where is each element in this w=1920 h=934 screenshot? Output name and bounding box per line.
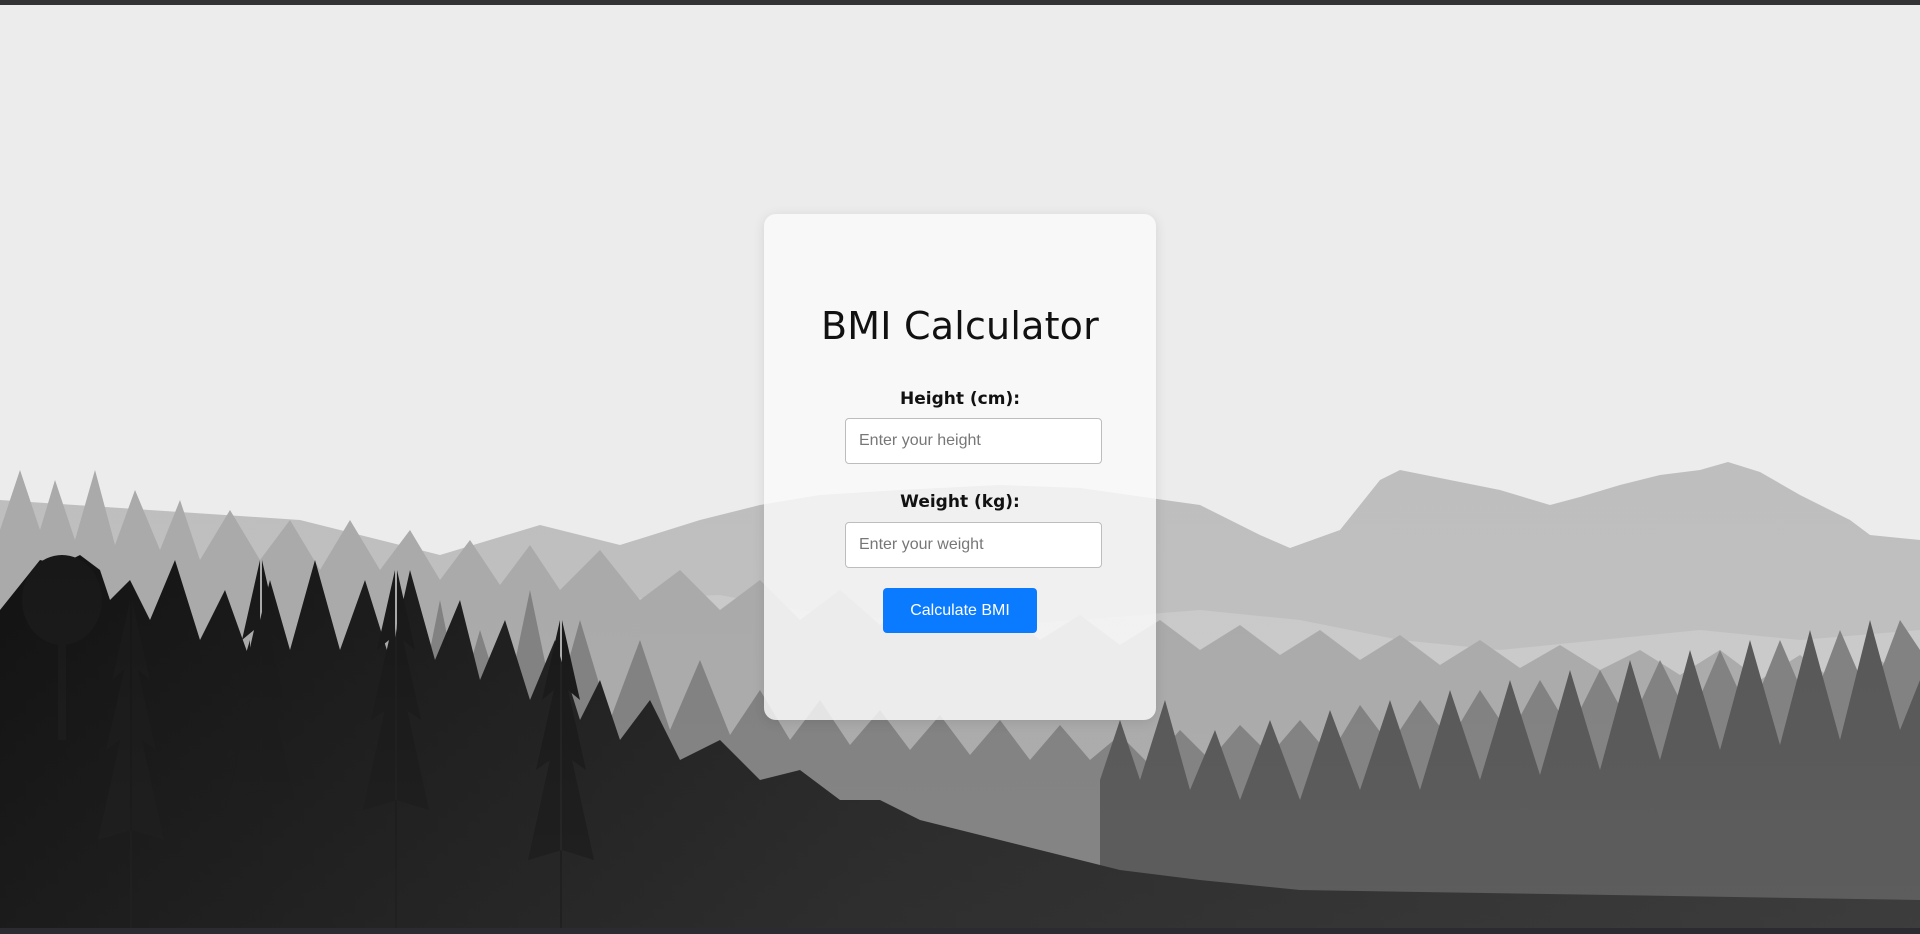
height-input[interactable]: [845, 418, 1102, 464]
bmi-calculator-card: BMI Calculator Height (cm): Weight (kg):…: [764, 214, 1156, 720]
weight-label: Weight (kg):: [900, 492, 1020, 512]
page: BMI Calculator Height (cm): Weight (kg):…: [0, 0, 1920, 934]
window-top-border: [0, 0, 1920, 5]
page-title: BMI Calculator: [821, 304, 1099, 348]
calculate-bmi-button[interactable]: Calculate BMI: [883, 588, 1037, 633]
window-bottom-border: [0, 928, 1920, 934]
weight-input[interactable]: [845, 522, 1102, 568]
height-label: Height (cm):: [899, 389, 1021, 409]
